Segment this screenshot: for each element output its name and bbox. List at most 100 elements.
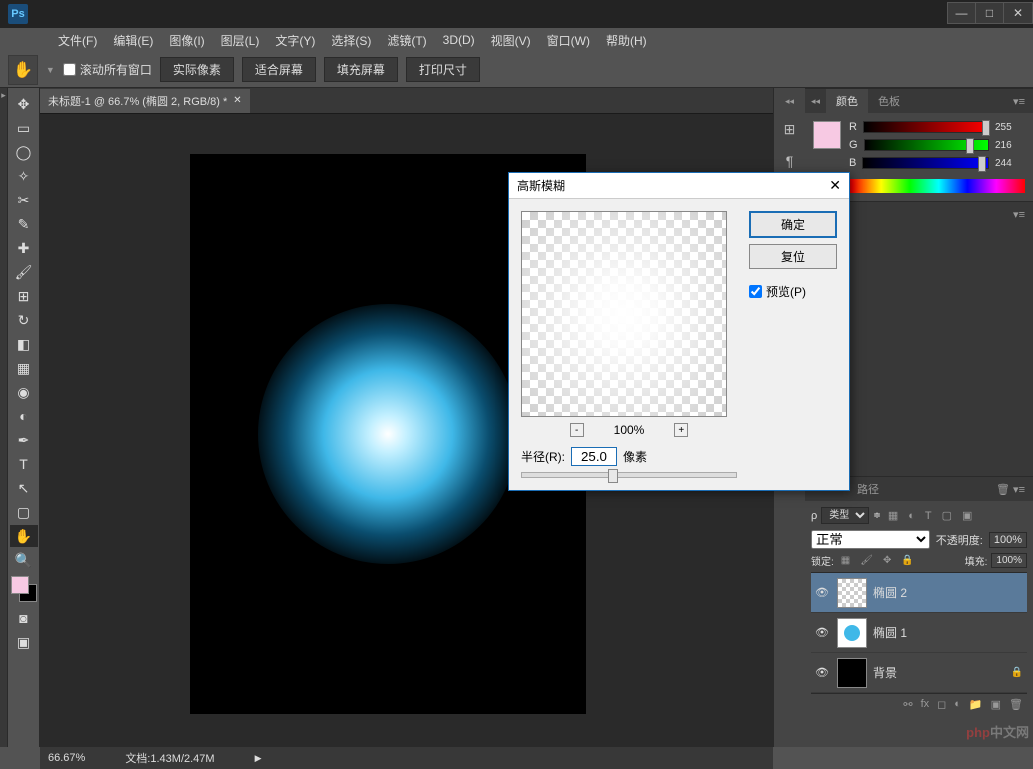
print-size-button[interactable]: 打印尺寸 bbox=[406, 57, 480, 82]
marquee-tool[interactable]: ▭ bbox=[10, 117, 38, 139]
document-tab[interactable]: 未标题-1 @ 66.7% (椭圆 2, RGB/8) * ✕ bbox=[40, 89, 250, 113]
visibility-icon[interactable]: 👁 bbox=[815, 626, 831, 639]
hand-tool-icon[interactable]: ✋ bbox=[8, 55, 38, 85]
r-slider[interactable] bbox=[863, 121, 989, 133]
group-icon[interactable]: 📁 bbox=[969, 698, 983, 711]
hand-tool[interactable]: ✋ bbox=[10, 525, 38, 547]
fill-value[interactable]: 100% bbox=[991, 553, 1027, 568]
layer-thumbnail[interactable] bbox=[837, 578, 867, 608]
menu-edit[interactable]: 编辑(E) bbox=[105, 32, 161, 49]
preview-checkbox-input[interactable] bbox=[749, 285, 762, 298]
b-slider[interactable] bbox=[862, 157, 989, 169]
menu-type[interactable]: 文字(Y) bbox=[267, 32, 323, 49]
fit-screen-button[interactable]: 适合屏幕 bbox=[242, 57, 316, 82]
eraser-tool[interactable]: ◧ bbox=[10, 333, 38, 355]
paths-tab[interactable]: 路径 bbox=[847, 477, 889, 501]
status-arrow-icon[interactable]: ▶ bbox=[255, 753, 262, 764]
layer-mask-icon[interactable]: ◻ bbox=[937, 698, 946, 711]
blur-tool[interactable]: ◉ bbox=[10, 381, 38, 403]
actual-pixels-button[interactable]: 实际像素 bbox=[160, 57, 234, 82]
layer-name[interactable]: 椭圆 1 bbox=[873, 624, 1023, 641]
layer-name[interactable]: 背景 bbox=[873, 664, 1005, 681]
reset-button[interactable]: 复位 bbox=[749, 244, 837, 269]
type-tool[interactable]: T bbox=[10, 453, 38, 475]
opacity-value[interactable]: 100% bbox=[989, 532, 1027, 548]
visibility-icon[interactable]: 👁 bbox=[815, 666, 831, 679]
menu-select[interactable]: 选择(S) bbox=[323, 32, 379, 49]
link-layers-icon[interactable]: ⚯ bbox=[903, 698, 912, 711]
gradient-tool[interactable]: ▦ bbox=[10, 357, 38, 379]
crop-tool[interactable]: ✂ bbox=[10, 189, 38, 211]
lock-pixels-icon[interactable]: 🖌 bbox=[857, 555, 876, 566]
layer-item[interactable]: 👁 背景 🔒 bbox=[811, 653, 1027, 693]
menu-window[interactable]: 窗口(W) bbox=[539, 32, 598, 49]
shape-tool[interactable]: ▢ bbox=[10, 501, 38, 523]
adjustment-layer-icon[interactable]: ◐ bbox=[954, 698, 961, 711]
pen-tool[interactable]: ✒ bbox=[10, 429, 38, 451]
magic-wand-tool[interactable]: ✧ bbox=[10, 165, 38, 187]
ok-button[interactable]: 确定 bbox=[749, 211, 837, 238]
close-button[interactable]: ✕ bbox=[1004, 3, 1032, 23]
histogram-icon[interactable]: ⊞ bbox=[780, 119, 800, 139]
trash-icon[interactable]: 🗑 ▾≡ bbox=[988, 483, 1033, 496]
menu-help[interactable]: 帮助(H) bbox=[598, 32, 655, 49]
layer-item[interactable]: 👁 椭圆 2 bbox=[811, 573, 1027, 613]
lasso-tool[interactable]: ◯ bbox=[10, 141, 38, 163]
zoom-tool[interactable]: 🔍 bbox=[10, 549, 38, 571]
radius-input[interactable] bbox=[571, 447, 617, 466]
menu-image[interactable]: 图像(I) bbox=[161, 32, 212, 49]
move-tool[interactable]: ✥ bbox=[10, 93, 38, 115]
color-tab[interactable]: 颜色 bbox=[826, 89, 868, 113]
g-slider[interactable] bbox=[864, 139, 989, 151]
scroll-all-input[interactable] bbox=[63, 63, 76, 76]
lock-all-icon[interactable]: 🔒 bbox=[898, 555, 916, 566]
radius-slider[interactable] bbox=[521, 472, 737, 478]
lock-transparent-icon[interactable]: ▦ bbox=[838, 555, 853, 566]
path-select-tool[interactable]: ↖ bbox=[10, 477, 38, 499]
layer-item[interactable]: 👁 椭圆 1 bbox=[811, 613, 1027, 653]
layer-style-icon[interactable]: fx bbox=[921, 698, 930, 711]
layer-filter-type[interactable]: 类型 bbox=[821, 507, 869, 524]
panel-menu-icon[interactable]: ▾≡ bbox=[1005, 208, 1033, 221]
color-swatches[interactable] bbox=[11, 576, 37, 602]
fill-screen-button[interactable]: 填充屏幕 bbox=[324, 57, 398, 82]
color-preview-swatch[interactable] bbox=[813, 121, 841, 149]
new-layer-icon[interactable]: ▣ bbox=[991, 698, 1001, 711]
preview-checkbox[interactable]: 预览(P) bbox=[749, 283, 837, 300]
r-value[interactable]: 255 bbox=[995, 122, 1025, 133]
layer-name[interactable]: 椭圆 2 bbox=[873, 584, 1023, 601]
screen-mode-tool[interactable]: ▣ bbox=[10, 631, 38, 653]
quick-mask-tool[interactable]: ◙ bbox=[10, 607, 38, 629]
layer-thumbnail[interactable] bbox=[837, 658, 867, 688]
dodge-tool[interactable]: ◐ bbox=[10, 405, 38, 427]
swatches-tab[interactable]: 色板 bbox=[868, 89, 910, 113]
left-dock-edge[interactable]: ▸ bbox=[0, 88, 8, 747]
minimize-button[interactable]: — bbox=[948, 3, 976, 23]
scroll-all-windows-checkbox[interactable]: 滚动所有窗口 bbox=[63, 61, 152, 78]
menu-view[interactable]: 视图(V) bbox=[483, 32, 539, 49]
zoom-out-icon[interactable]: - bbox=[570, 423, 584, 437]
filter-smart-icon[interactable]: ▣ bbox=[959, 509, 975, 522]
healing-tool[interactable]: ✚ bbox=[10, 237, 38, 259]
blend-mode-select[interactable]: 正常 bbox=[811, 530, 930, 549]
menu-filter[interactable]: 滤镜(T) bbox=[379, 32, 434, 49]
dropdown-icon[interactable]: ▼ bbox=[46, 65, 55, 75]
foreground-color[interactable] bbox=[11, 576, 29, 594]
brush-tool[interactable]: 🖌 bbox=[10, 261, 38, 283]
slider-thumb[interactable] bbox=[608, 469, 618, 483]
delete-layer-icon[interactable]: 🗑 bbox=[1009, 698, 1023, 711]
visibility-icon[interactable]: 👁 bbox=[815, 586, 831, 599]
dialog-close-icon[interactable]: ✕ bbox=[829, 177, 841, 194]
zoom-level[interactable]: 66.67% bbox=[48, 752, 85, 764]
layer-thumbnail[interactable] bbox=[837, 618, 867, 648]
dialog-preview[interactable] bbox=[521, 211, 727, 417]
maximize-button[interactable]: □ bbox=[976, 3, 1004, 23]
menu-3d[interactable]: 3D(D) bbox=[435, 33, 483, 47]
filter-pixel-icon[interactable]: ▦ bbox=[885, 509, 901, 522]
filter-shape-icon[interactable]: ▢ bbox=[939, 509, 955, 522]
menu-layer[interactable]: 图层(L) bbox=[213, 32, 268, 49]
dialog-title-bar[interactable]: 高斯模糊 ✕ bbox=[509, 173, 849, 199]
g-value[interactable]: 216 bbox=[995, 140, 1025, 151]
stamp-tool[interactable]: ⊞ bbox=[10, 285, 38, 307]
document-tab-close-icon[interactable]: ✕ bbox=[233, 95, 241, 106]
